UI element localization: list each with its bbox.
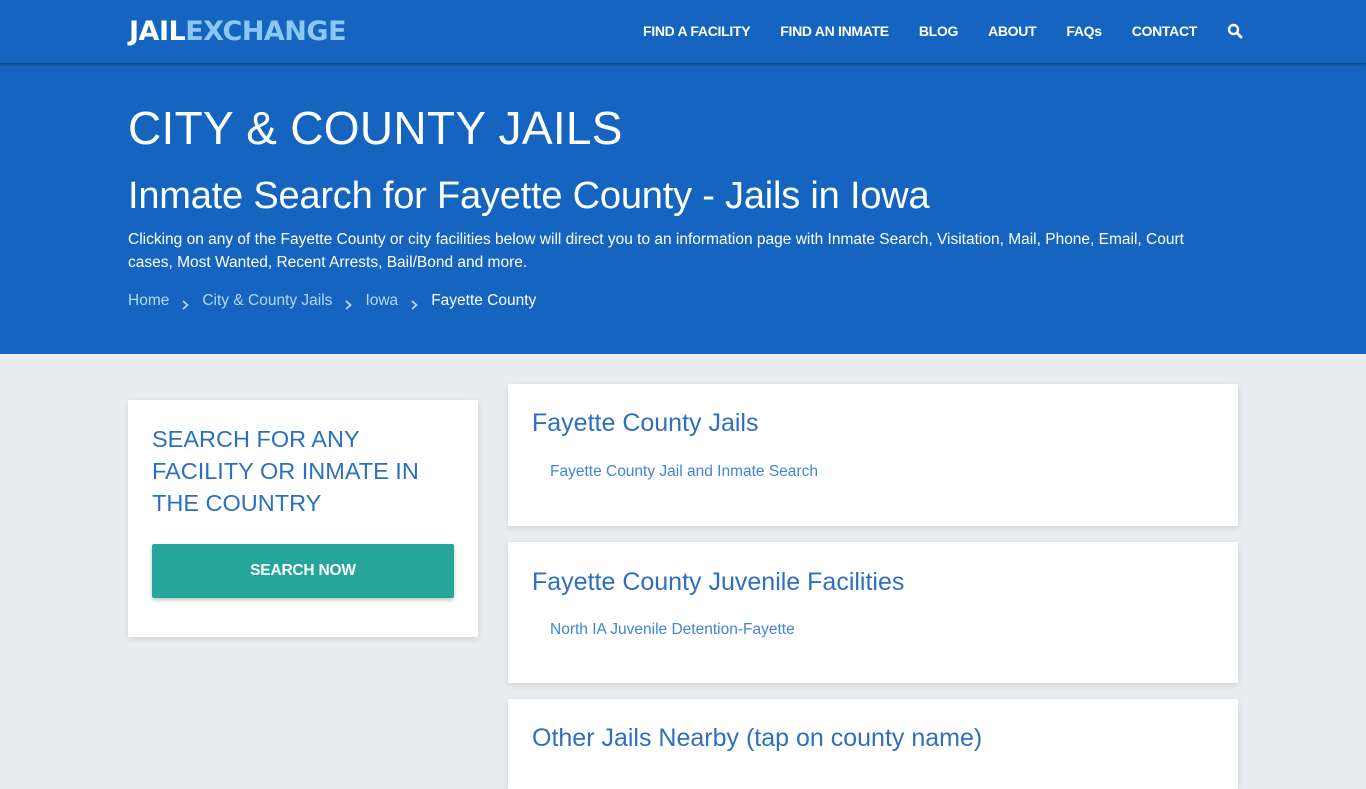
- facility-link[interactable]: Fayette County Jail and Inmate Search: [550, 462, 818, 482]
- logo-jail-text: JAIL: [129, 16, 186, 47]
- breadcrumb-city-county-jails[interactable]: City & County Jails: [202, 291, 332, 311]
- chevron-right-icon: [344, 296, 353, 310]
- search-promo-title: SEARCH FOR ANY FACILITY OR INMATE IN THE…: [152, 426, 419, 516]
- breadcrumb-current: Fayette County: [431, 292, 537, 309]
- nav-find-an-inmate[interactable]: FIND AN INMATE: [780, 22, 889, 40]
- chevron-right-icon: [181, 296, 190, 310]
- page-subtitle: Inmate Search for Fayette County - Jails…: [128, 175, 930, 217]
- breadcrumb-iowa[interactable]: Iowa: [365, 291, 398, 311]
- search-icon[interactable]: [1227, 23, 1243, 39]
- section-title: Other Jails Nearby (tap on county name): [532, 724, 983, 752]
- search-now-button[interactable]: SEARCH NOW: [152, 544, 454, 598]
- page-title: CITY & COUNTY JAILS: [128, 102, 623, 154]
- logo-exchange-text: EXCHANGE: [185, 16, 347, 47]
- facility-link[interactable]: North IA Juvenile Detention-Fayette: [550, 620, 795, 640]
- top-navbar: JAILEXCHANGE FIND A FACILITY FIND AN INM…: [0, 0, 1366, 64]
- nearby-jails-card: Other Jails Nearby (tap on county name): [508, 699, 1238, 789]
- chevron-right-icon: [410, 296, 419, 310]
- county-jails-card: Fayette County Jails Fayette County Jail…: [508, 384, 1238, 526]
- section-title: Fayette County Jails: [532, 409, 759, 437]
- site-logo[interactable]: JAILEXCHANGE: [129, 15, 347, 49]
- nav-faqs[interactable]: FAQs: [1066, 22, 1102, 40]
- search-promo-card: SEARCH FOR ANY FACILITY OR INMATE IN THE…: [128, 400, 478, 637]
- nav-contact[interactable]: CONTACT: [1132, 22, 1198, 40]
- nav-blog[interactable]: BLOG: [919, 22, 959, 40]
- main-nav: FIND A FACILITY FIND AN INMATE BLOG ABOU…: [643, 22, 1243, 40]
- page-description: Clicking on any of the Fayette County or…: [128, 231, 1184, 271]
- juvenile-facilities-card: Fayette County Juvenile Facilities North…: [508, 542, 1238, 683]
- nav-about[interactable]: ABOUT: [988, 22, 1037, 40]
- section-title: Fayette County Juvenile Facilities: [532, 568, 905, 596]
- breadcrumb: Home City & County Jails Iowa Fayette Co…: [128, 291, 536, 311]
- breadcrumb-home[interactable]: Home: [128, 291, 169, 311]
- nav-find-a-facility[interactable]: FIND A FACILITY: [643, 22, 751, 40]
- hero-banner: CITY & COUNTY JAILS Inmate Search for Fa…: [0, 64, 1366, 354]
